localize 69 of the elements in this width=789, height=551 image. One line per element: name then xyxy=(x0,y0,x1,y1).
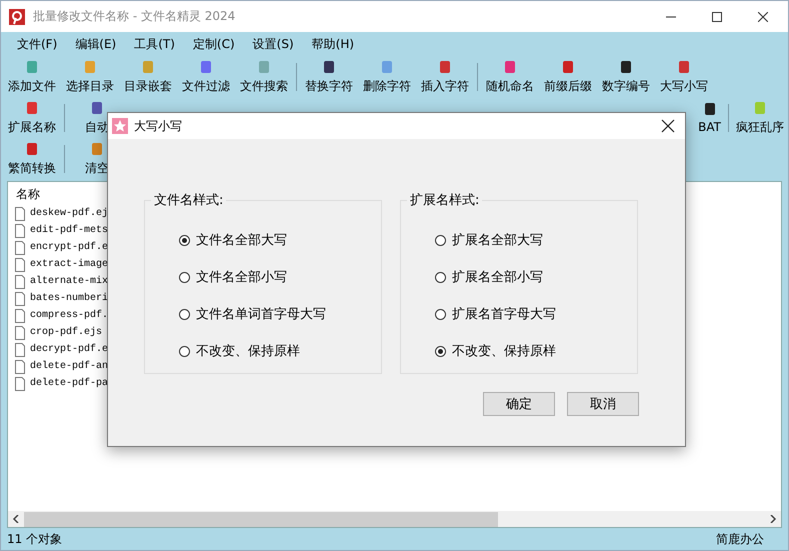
toolbar-button[interactable]: 选择目录 xyxy=(61,58,119,94)
radio-option[interactable]: 文件名单词首字母大写 xyxy=(179,305,381,323)
document-icon xyxy=(15,206,25,220)
radio-option[interactable]: 文件名全部小写 xyxy=(179,268,381,286)
document-icon xyxy=(15,376,25,390)
toolbar-button[interactable]: 替换字符 xyxy=(300,58,358,94)
file-name[interactable]: deskew-pdf.ej xyxy=(30,208,108,219)
menu-item[interactable]: 帮助(H) xyxy=(304,36,364,52)
dialog-title: 大写小写 xyxy=(134,118,182,134)
menu-item[interactable]: 定制(C) xyxy=(184,36,245,52)
toolbar-button[interactable]: 繁简转换 xyxy=(3,140,61,176)
column-header[interactable]: 名称 xyxy=(14,186,40,203)
toolbar-button[interactable]: 文件搜索 xyxy=(235,58,293,94)
scroll-left-icon[interactable] xyxy=(12,515,20,523)
toolbar-button[interactable]: BAT xyxy=(694,101,725,134)
radio-option[interactable]: 扩展名首字母大写 xyxy=(435,305,637,323)
toolbar-button[interactable]: 插入字符 xyxy=(416,58,474,94)
radio-option[interactable]: 不改变、保持原样 xyxy=(435,342,637,360)
menu-item[interactable]: 编辑(E) xyxy=(67,36,126,52)
menu-item[interactable]: 工具(T) xyxy=(126,36,185,52)
file-name[interactable]: extract-image xyxy=(30,259,108,270)
file-name[interactable]: delete-pdf-an xyxy=(30,361,108,372)
file-name[interactable]: crop-pdf.ejs xyxy=(30,327,102,338)
status-text: 简鹿办公 xyxy=(716,530,764,548)
document-icon xyxy=(15,308,25,322)
dialog-button[interactable]: 取消 xyxy=(567,392,639,416)
document-icon xyxy=(15,292,25,306)
file-name[interactable]: decrypt-pdf.e xyxy=(30,344,108,355)
toolbar-button[interactable]: 目录嵌套 xyxy=(119,58,177,94)
dialog-button[interactable]: 确定 xyxy=(483,392,555,416)
close-icon[interactable] xyxy=(758,12,768,22)
file-name[interactable]: alternate-mix xyxy=(30,276,108,287)
document-icon xyxy=(15,326,25,340)
toolbar-button[interactable]: 前缀后缀 xyxy=(539,58,597,94)
menu-item[interactable]: 文件(F) xyxy=(9,36,68,52)
file-name[interactable]: bates-numberi xyxy=(30,293,108,304)
document-icon xyxy=(15,240,25,254)
group-title: 文件名样式: xyxy=(153,192,224,209)
menu-item[interactable]: 设置(S) xyxy=(244,36,304,52)
status-text: 11 个对象 xyxy=(7,530,62,548)
toolbar-button[interactable]: 删除字符 xyxy=(358,58,416,94)
toolbar-button[interactable]: 数字编号 xyxy=(597,58,655,94)
toolbar-button[interactable]: 疯狂乱序 xyxy=(732,100,788,136)
file-name[interactable]: compress-pdf. xyxy=(30,310,108,321)
maximize-icon[interactable] xyxy=(712,12,722,22)
group-title: 扩展名样式: xyxy=(409,192,480,209)
radio-option[interactable]: 扩展名全部大写 xyxy=(435,231,637,249)
toolbar-button[interactable]: 扩展名称 xyxy=(3,100,61,136)
radio-option[interactable]: 不改变、保持原样 xyxy=(179,342,381,360)
file-name[interactable]: edit-pdf-mets xyxy=(30,225,108,236)
toolbar-button[interactable]: 文件过滤 xyxy=(177,58,235,94)
close-icon[interactable] xyxy=(661,119,675,133)
scrollbar-thumb[interactable] xyxy=(24,512,498,526)
document-icon xyxy=(15,342,25,356)
document-icon xyxy=(15,258,25,272)
document-icon xyxy=(15,224,25,238)
document-icon xyxy=(15,360,25,374)
app-logo-icon xyxy=(9,8,25,24)
horizontal-scrollbar[interactable] xyxy=(8,511,781,527)
radio-option[interactable]: 扩展名全部小写 xyxy=(435,268,637,286)
toolbar-button[interactable]: 大写小写 xyxy=(655,58,713,94)
window-title: 批量修改文件名称 - 文件名精灵 2024 xyxy=(33,8,236,25)
toolbar-button[interactable]: 随机命名 xyxy=(481,58,539,94)
document-icon xyxy=(15,274,25,288)
radio-option[interactable]: 文件名全部大写 xyxy=(179,231,381,249)
toolbar-button[interactable]: 添加文件 xyxy=(3,58,61,94)
file-name[interactable]: encrypt-pdf.e xyxy=(30,242,108,253)
file-name[interactable]: delete-pdf-pa xyxy=(30,378,108,389)
scroll-right-icon[interactable] xyxy=(769,515,777,523)
